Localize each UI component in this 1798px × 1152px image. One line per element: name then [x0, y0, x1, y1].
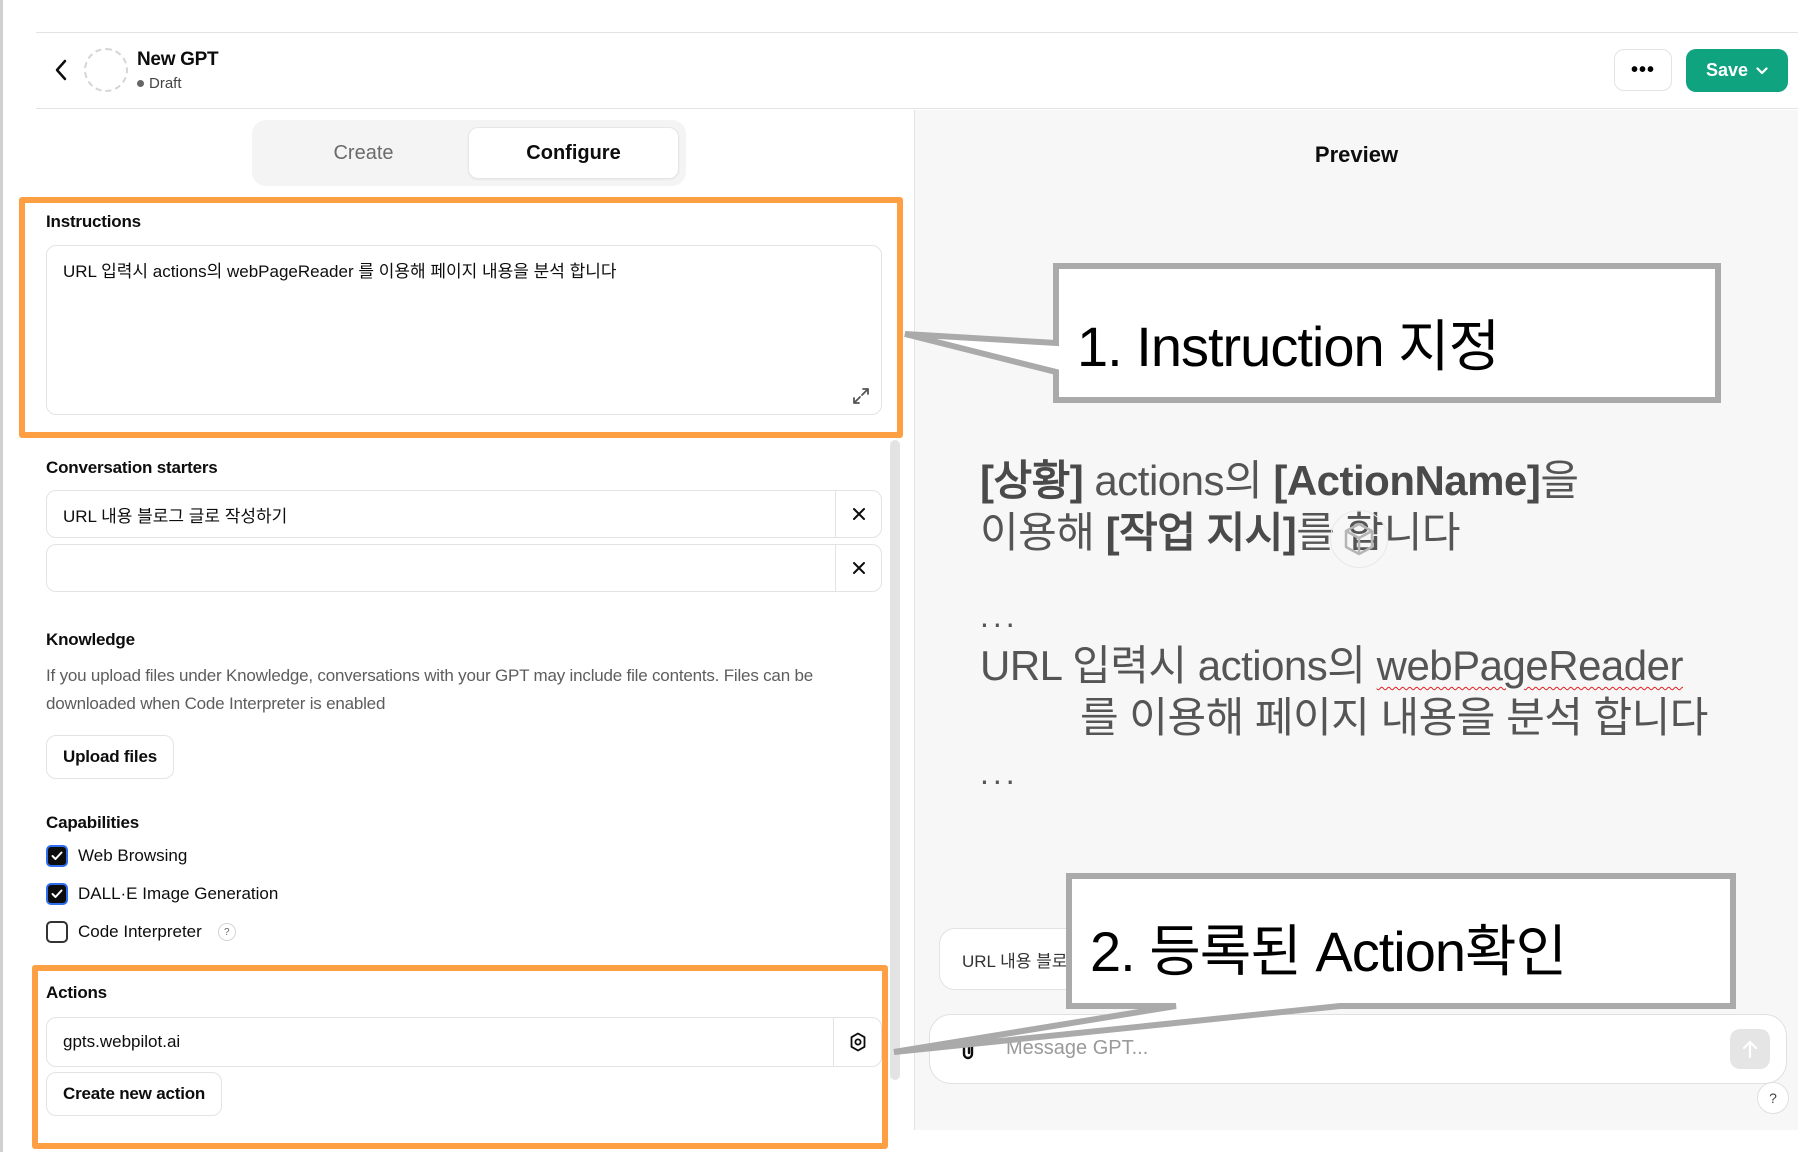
example-text: URL 입력시 actions의: [980, 642, 1377, 689]
instruction-template-line2: 이용해 [작업 지시]를 합니다: [980, 507, 1461, 559]
message-composer[interactable]: Message GPT...: [929, 1014, 1787, 1084]
upload-files-button[interactable]: Upload files: [46, 735, 174, 779]
save-label: Save: [1705, 60, 1749, 80]
status-label: Draft: [149, 75, 182, 92]
more-options-button[interactable]: •••: [1614, 49, 1672, 91]
checkbox-checked[interactable]: [46, 845, 68, 867]
conversation-starter-input-empty[interactable]: [46, 544, 882, 592]
config-scrollbar[interactable]: [890, 440, 900, 1080]
callout-2-label: 2. 등록된 Action확인: [1090, 920, 1567, 983]
capability-dalle[interactable]: DALL·E Image Generation: [46, 883, 278, 905]
capability-label: Web Browsing: [78, 846, 188, 865]
capability-label: Code Interpreter: [78, 922, 202, 941]
editor-header: New GPT Draft ••• Save: [36, 33, 1798, 109]
callout-1-label: 1. Instruction 지정: [1077, 315, 1500, 378]
actions-label: Actions: [46, 983, 107, 1002]
instructions-textarea[interactable]: URL 입력시 actions의 webPageReader 를 이용해 페이지…: [46, 245, 882, 415]
instructions-value: URL 입력시 actions의 webPageReader 를 이용해 페이지…: [63, 262, 617, 281]
gear-icon: [850, 1032, 865, 1052]
help-question-icon[interactable]: ?: [217, 923, 236, 941]
instruction-example-line1: URL 입력시 actions의 webPageReader: [980, 640, 1684, 692]
message-input[interactable]: Message GPT...: [1006, 1037, 1148, 1060]
action-settings-button[interactable]: [833, 1018, 881, 1066]
paperclip-icon[interactable]: [956, 1037, 980, 1063]
knowledge-help-text: If you upload files under Knowledge, con…: [46, 666, 813, 713]
check-icon: [51, 889, 63, 898]
conversation-starter-value: URL 내용 블로그 글로 작성하기: [63, 506, 288, 526]
template-text: 이용해: [980, 509, 1106, 556]
conversation-starter-input[interactable]: URL 내용 블로그 글로 작성하기: [46, 490, 882, 538]
arrow-up-icon: [1742, 1040, 1758, 1059]
template-situation: [상황]: [980, 457, 1084, 504]
create-configure-tabs: Create Configure: [252, 120, 686, 186]
conversation-starters-label: Conversation starters: [46, 458, 218, 477]
gpt-avatar-placeholder[interactable]: [84, 48, 128, 92]
check-icon: [51, 851, 63, 860]
template-action-name: [ActionName]: [1273, 457, 1541, 504]
action-domain: gpts.webpilot.ai: [63, 1032, 181, 1051]
tab-create[interactable]: Create: [259, 127, 468, 179]
action-item[interactable]: gpts.webpilot.ai: [46, 1017, 882, 1067]
status-dot-icon: [137, 80, 144, 87]
chevron-down-icon: [1756, 66, 1768, 74]
ellipsis: ...: [980, 755, 1019, 791]
instructions-label: Instructions: [46, 212, 141, 231]
create-new-action-button[interactable]: Create new action: [46, 1072, 223, 1116]
ellipsis: ...: [980, 598, 1019, 634]
gpt-title: New GPT: [137, 49, 219, 70]
capability-code-interpreter[interactable]: Code Interpreter ?: [46, 921, 236, 943]
template-text: actions의: [1083, 457, 1274, 504]
template-text: 을: [1540, 457, 1579, 504]
chevron-left-icon: [55, 59, 67, 81]
gpt-status: Draft: [137, 75, 182, 92]
checkbox-unchecked[interactable]: [46, 921, 68, 943]
cube-icon: [1344, 522, 1374, 556]
remove-starter-button[interactable]: [835, 491, 881, 537]
tab-configure[interactable]: Configure: [468, 127, 679, 179]
expand-icon[interactable]: [851, 386, 871, 406]
knowledge-label: Knowledge: [46, 630, 135, 649]
gpt-logo: [1330, 510, 1388, 568]
help-button[interactable]: ?: [1757, 1082, 1789, 1114]
remove-starter-button[interactable]: [835, 545, 881, 591]
close-icon: [852, 562, 865, 574]
window-edge: [0, 0, 3, 1152]
close-icon: [852, 508, 865, 520]
back-button[interactable]: [44, 53, 78, 87]
save-button[interactable]: Save: [1686, 49, 1788, 92]
instruction-template-line1: [상황] actions의 [ActionName]을: [980, 455, 1579, 507]
checkbox-checked[interactable]: [46, 883, 68, 905]
capabilities-label: Capabilities: [46, 813, 140, 832]
template-task: [작업 지시]: [1105, 509, 1297, 556]
preview-title: Preview: [1314, 142, 1399, 167]
instruction-example-line2: 를 이용해 페이지 내용을 분석 합니다: [1080, 694, 1708, 741]
send-button[interactable]: [1730, 1029, 1770, 1069]
conversation-starter-value: [47, 545, 835, 591]
capability-web-browsing[interactable]: Web Browsing: [46, 845, 187, 867]
capability-label: DALL·E Image Generation: [78, 884, 279, 903]
example-action-name: webPageReader: [1376, 642, 1684, 689]
